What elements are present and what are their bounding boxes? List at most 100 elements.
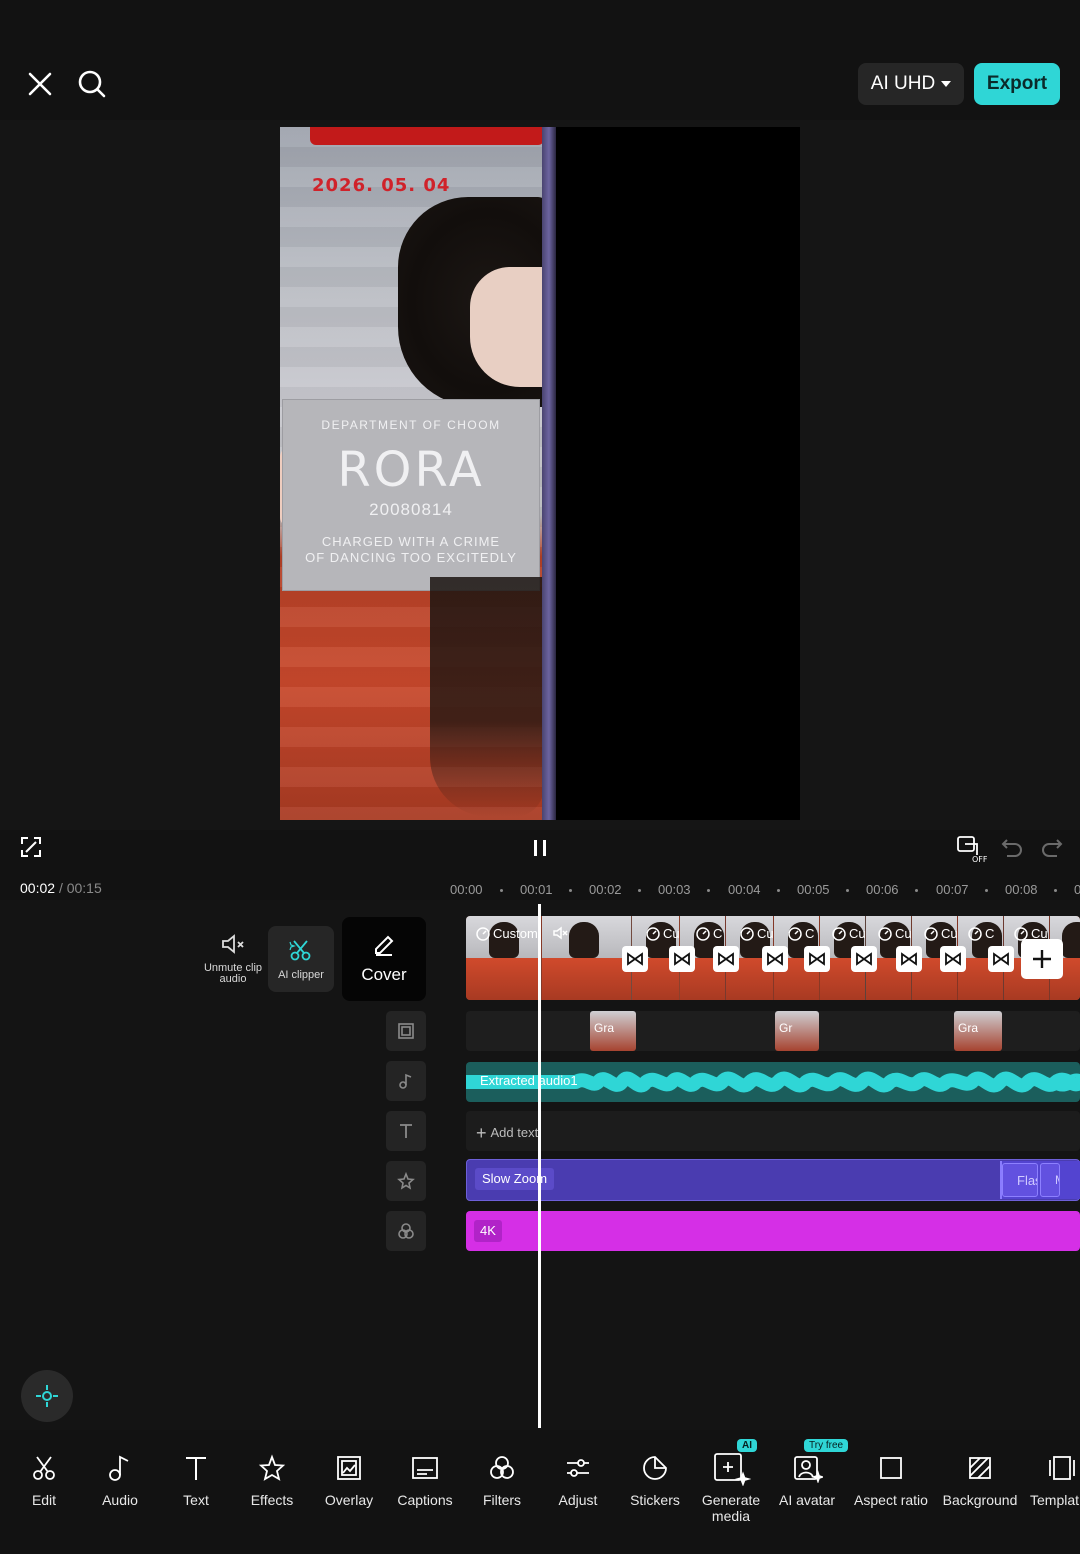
toolbar-stickers[interactable]: Stickers <box>626 1450 684 1508</box>
ruler-tick: 0 <box>1074 882 1080 897</box>
plus-icon: + <box>476 1123 487 1143</box>
toolbar-captions[interactable]: Captions <box>394 1450 456 1508</box>
overlay-clip[interactable]: Gr <box>775 1011 819 1051</box>
audio-track-button[interactable] <box>386 1061 426 1101</box>
redo-icon[interactable] <box>1038 834 1066 862</box>
toolbar-adjust[interactable]: Adjust <box>556 1450 600 1508</box>
toolbar-text[interactable]: Text <box>174 1450 218 1508</box>
overlay-icon <box>336 1450 362 1486</box>
clip-label: C <box>788 926 814 941</box>
effects-track-button[interactable] <box>386 1161 426 1201</box>
cover-button[interactable]: Cover <box>342 917 426 1001</box>
quality-label: AI UHD <box>870 73 936 94</box>
toolbar-ai-avatar[interactable]: AI avatar <box>776 1450 838 1508</box>
audio-track-label: Extracted audio1 <box>480 1073 578 1088</box>
undo-icon[interactable] <box>998 834 1026 862</box>
unmute-label: Unmute clip audio <box>203 962 263 985</box>
current-time: 00:02 <box>20 880 56 896</box>
preview-date-text: 2026. 05. 04 <box>312 175 451 196</box>
ai-avatar-icon <box>791 1450 823 1486</box>
effect-clip-flash[interactable]: Flas <box>1002 1163 1038 1197</box>
music-note-icon <box>399 1073 412 1089</box>
clip-label: Custom <box>476 926 538 941</box>
clip-label: C <box>968 926 994 941</box>
filters-track-button[interactable] <box>386 1211 426 1251</box>
transition-icon[interactable] <box>851 946 877 972</box>
quality-dropdown[interactable]: AI UHD <box>858 63 964 105</box>
toolbar-overlay[interactable]: Overlay <box>320 1450 378 1508</box>
ai-assistant-button[interactable] <box>21 1370 73 1422</box>
mute-icon <box>222 934 244 954</box>
transition-icon[interactable] <box>713 946 739 972</box>
toolbar-filters[interactable]: Filters <box>478 1450 526 1508</box>
svg-text:OFF: OFF <box>972 855 987 863</box>
clip-label: Cu <box>878 926 912 941</box>
overlay-icon <box>398 1023 414 1039</box>
ruler-tick: 00:00 <box>450 882 483 897</box>
clip-mute-icon <box>552 926 568 940</box>
top-bar: AI UHD Export <box>0 0 1080 120</box>
transition-icon[interactable] <box>762 946 788 972</box>
overlay-clip[interactable]: Gra <box>590 1011 636 1051</box>
transition-icon[interactable] <box>988 946 1014 972</box>
export-button[interactable]: Export <box>974 63 1060 105</box>
fullscreen-icon[interactable] <box>18 834 44 860</box>
unmute-clip-audio-button[interactable]: Unmute clip audio <box>200 926 266 992</box>
name-board: DEPARTMENT OF CHOOM RORA 20080814 CHARGE… <box>282 399 540 591</box>
add-text-button[interactable]: + Add text <box>476 1123 538 1144</box>
ai-badge: AI <box>737 1439 757 1452</box>
toolbar-edit[interactable]: Edit <box>22 1450 66 1508</box>
effect-track[interactable] <box>466 1159 1080 1201</box>
total-time: 00:15 <box>66 880 102 896</box>
ruler-tick: 00:03 <box>658 882 691 897</box>
text-icon <box>400 1124 412 1138</box>
text-track[interactable] <box>466 1111 1080 1151</box>
effect-clip-m[interactable]: M <box>1040 1163 1060 1197</box>
effects-star-icon <box>258 1450 286 1486</box>
board-charge-text: CHARGED WITH A CRIME OF DANCING TOO EXCI… <box>305 534 517 565</box>
overlay-track-button[interactable] <box>386 1011 426 1051</box>
transition-icon[interactable] <box>896 946 922 972</box>
ruler-tick: 00:08 <box>1005 882 1038 897</box>
ruler-tick: 00:04 <box>728 882 761 897</box>
pause-icon[interactable] <box>526 834 554 862</box>
filters-icon <box>488 1450 516 1486</box>
toolbar-aspect-ratio[interactable]: Aspect ratio <box>850 1450 932 1508</box>
add-clip-button[interactable] <box>1021 939 1063 979</box>
ai-clipper-button[interactable]: AI clipper <box>268 926 334 992</box>
plus-icon <box>1033 950 1051 968</box>
text-track-button[interactable] <box>386 1111 426 1151</box>
toolbar-effects[interactable]: Effects <box>246 1450 298 1508</box>
video-preview[interactable]: 2026. 05. 04 DEPARTMENT OF CHOOM RORA 20… <box>280 127 800 820</box>
board-number-text: 20080814 <box>369 500 453 519</box>
clip-label: Cu <box>924 926 958 941</box>
transition-icon[interactable] <box>804 946 830 972</box>
ruler-tick: 00:02 <box>589 882 622 897</box>
pencil-icon <box>375 935 394 956</box>
filter-track[interactable] <box>466 1211 1080 1251</box>
board-dept-text: DEPARTMENT OF CHOOM <box>321 418 501 432</box>
toolbar-generate-media[interactable]: Generate media <box>698 1450 764 1524</box>
clip-label: C <box>696 926 722 941</box>
transition-icon[interactable] <box>669 946 695 972</box>
keyframe-off-icon[interactable]: OFF <box>954 832 988 864</box>
toolbar-background[interactable]: Background <box>940 1450 1020 1508</box>
clip-label: Cu <box>646 926 680 941</box>
ai-clipper-label: AI clipper <box>278 968 324 981</box>
playhead[interactable] <box>538 904 541 1428</box>
sticker-icon <box>641 1450 669 1486</box>
search-icon[interactable] <box>74 66 110 102</box>
transition-icon[interactable] <box>940 946 966 972</box>
toolbar-templates[interactable]: Templat <box>1030 1450 1080 1508</box>
overlay-clip[interactable]: Gra <box>954 1011 1002 1051</box>
speed-icon <box>476 926 490 941</box>
time-ruler[interactable]: 00:00 00:01 00:02 00:03 00:04 00:05 00:0… <box>450 880 1080 900</box>
preview-frame-image: 2026. 05. 04 DEPARTMENT OF CHOOM RORA 20… <box>280 127 556 820</box>
playback-controls: OFF <box>0 826 1080 870</box>
toolbar-audio[interactable]: Audio <box>98 1450 142 1508</box>
adjust-sliders-icon <box>564 1450 592 1486</box>
filters-icon <box>398 1223 414 1239</box>
transition-icon[interactable] <box>622 946 648 972</box>
close-icon[interactable] <box>22 66 58 102</box>
scissors-icon <box>30 1450 58 1486</box>
